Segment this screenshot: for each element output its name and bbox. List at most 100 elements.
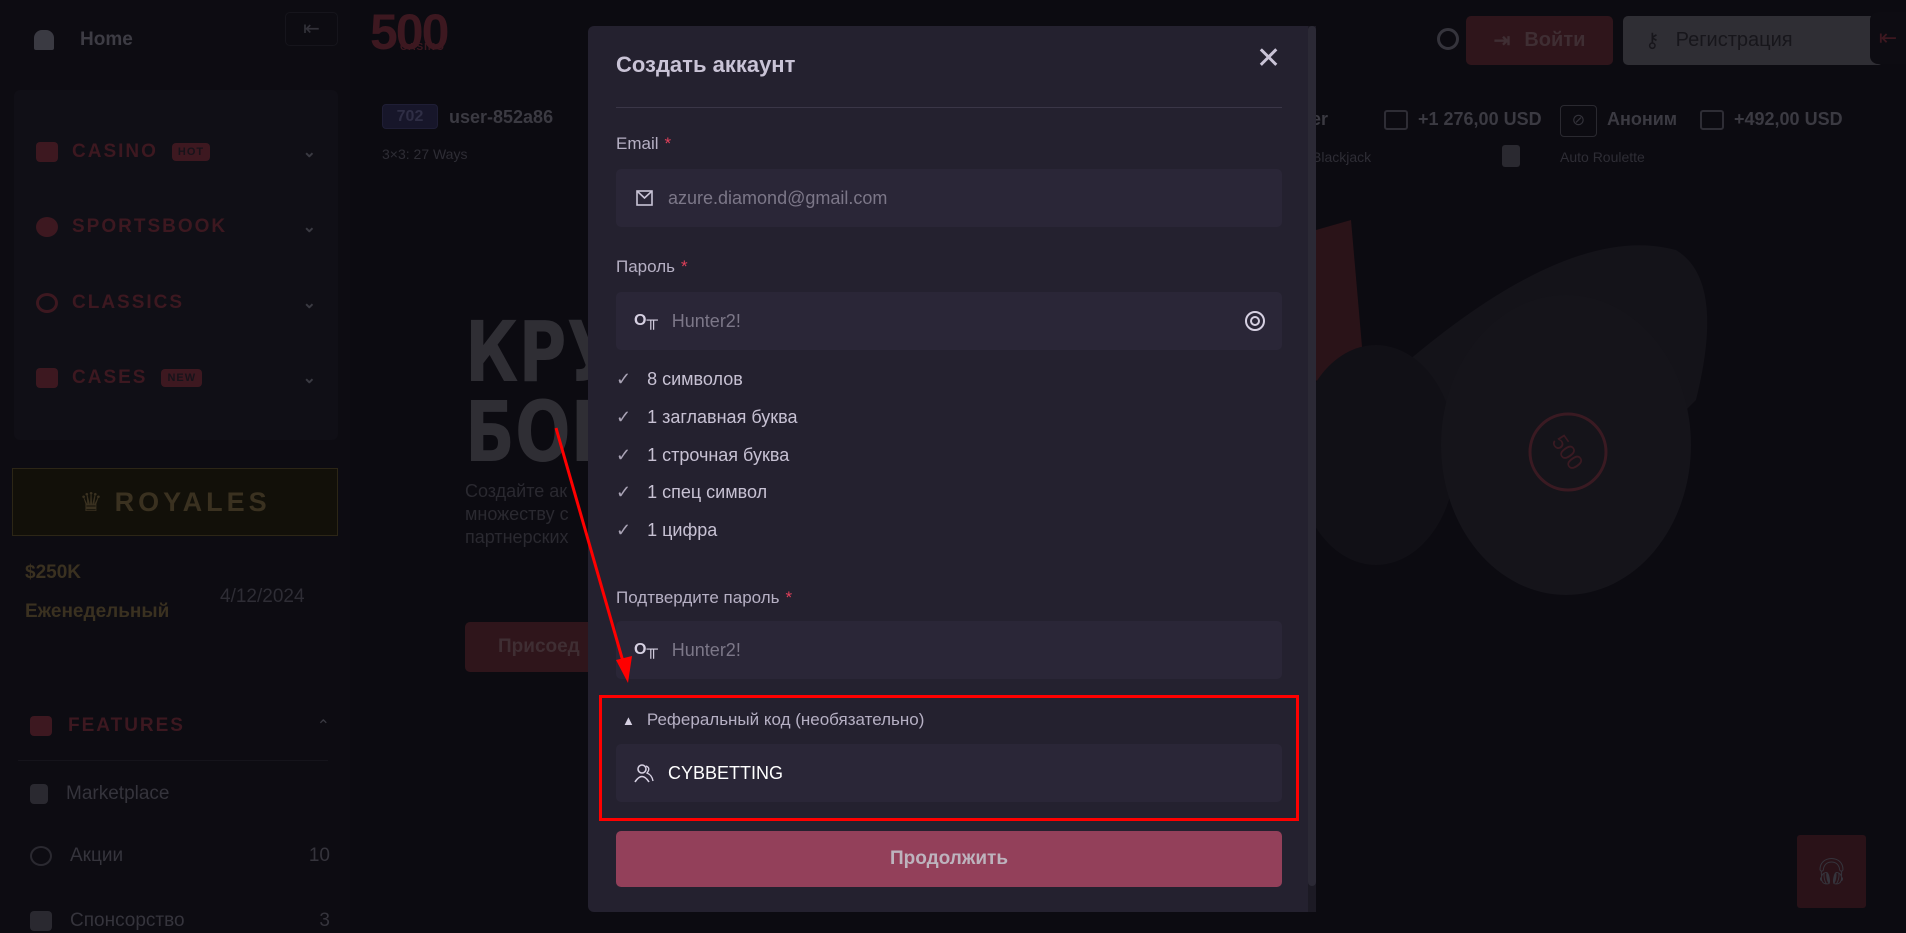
requirement-item: ✓ 8 символов <box>616 369 743 390</box>
ticker-amount: +492,00 USD <box>1734 109 1843 129</box>
requirement-text: 1 заглавная буква <box>647 407 798 427</box>
annotation-highlight-box <box>599 695 1299 821</box>
divider <box>616 107 1282 108</box>
feature-label: Спонсорство <box>70 910 185 931</box>
level-badge: 702 <box>382 104 438 129</box>
check-icon: ✓ <box>616 482 632 502</box>
continue-button[interactable]: Продолжить <box>616 831 1282 887</box>
feature-label: Акции <box>70 845 124 866</box>
feature-marketplace[interactable]: Marketplace <box>30 783 330 805</box>
eye-off-icon: ⊘ <box>1560 105 1597 137</box>
email-value: azure.diamond@gmail.com <box>668 187 888 208</box>
cards-icon <box>1502 145 1520 167</box>
ticker-user[interactable]: user-852a86 <box>449 107 553 128</box>
feature-count: 3 <box>319 910 330 931</box>
sidebar-home[interactable]: Home <box>80 29 133 51</box>
eye-icon[interactable] <box>1244 310 1266 332</box>
login-label: Войти <box>1524 29 1586 51</box>
required-mark: * <box>664 134 672 153</box>
logo-sub: CASINO <box>400 42 445 53</box>
requirement-item: ✓ 1 заглавная буква <box>616 407 797 428</box>
label-text: Подтвердите пароль <box>616 588 780 607</box>
headset-icon: 🎧︎ <box>1814 856 1848 886</box>
requirement-text: 1 спец символ <box>647 482 768 502</box>
requirement-item: ✓ 1 цифра <box>616 520 717 541</box>
briefcase-icon <box>36 368 58 388</box>
royales-banner[interactable]: ♛ ROYALES <box>12 468 338 536</box>
nav-label: SPORTSBOOK <box>72 216 228 237</box>
ticker-amount: +1 276,00 USD <box>1418 109 1542 129</box>
check-icon: ✓ <box>616 520 632 540</box>
check-icon: ✓ <box>616 445 632 465</box>
collapse-sidebar-button[interactable]: ⇤ <box>285 12 338 46</box>
royales-label: ROYALES <box>114 486 271 517</box>
basketball-icon <box>36 217 58 237</box>
scrollbar-thumb[interactable] <box>1308 26 1316 886</box>
money-icon <box>1700 110 1724 130</box>
feature-sponsorship[interactable]: Спонсорство 3 <box>30 910 330 932</box>
archive-icon <box>30 716 52 736</box>
email-label: Email * <box>616 134 671 154</box>
requirement-text: 1 строчная буква <box>647 445 790 465</box>
close-button[interactable]: ✕ <box>1256 44 1281 74</box>
ticker-game[interactable]: Blackjack <box>1312 149 1371 165</box>
password-label: Пароль * <box>616 257 688 277</box>
ticker-user[interactable]: Аноним <box>1607 109 1677 130</box>
tournament-date: 4/12/2024 <box>220 586 305 607</box>
ticker-game[interactable]: 3×3: 27 Ways <box>382 146 467 162</box>
coins-icon <box>30 846 52 866</box>
register-button[interactable]: ⚷ Регистрация <box>1623 16 1883 65</box>
sidebar: Home ⇤ CASINO HOT ⌄ SPORTSBOOK ⌄ CLASSICS ⌄ … <box>0 0 350 933</box>
feature-count: 10 <box>308 845 330 866</box>
nav-cases[interactable]: CASES NEW ⌄ <box>14 348 338 408</box>
label-text: Email <box>616 134 659 153</box>
nav-classics[interactable]: CLASSICS ⌄ <box>14 273 338 333</box>
hero-desc-line: Создайте ак <box>465 481 568 501</box>
nav-block: CASINO HOT ⌄ SPORTSBOOK ⌄ CLASSICS ⌄ CASES NE… <box>14 90 338 440</box>
headphones-image: 500 <box>1316 220 1708 595</box>
join-label: Присоед <box>498 636 580 657</box>
ticker-game[interactable]: Auto Roulette <box>1560 149 1645 165</box>
support-button[interactable]: 🎧︎ <box>1797 835 1866 908</box>
key-icon: O╥ <box>634 312 658 329</box>
key-icon: O╥ <box>634 641 658 658</box>
nav-casino[interactable]: CASINO HOT ⌄ <box>14 122 338 182</box>
register-label: Регистрация <box>1675 29 1793 51</box>
requirement-item: ✓ 1 спец символ <box>616 482 767 503</box>
soldier-icon <box>30 784 48 804</box>
money-icon <box>1384 110 1408 130</box>
login-icon: ⇥ <box>1493 30 1511 52</box>
email-icon <box>636 190 653 206</box>
chevron-up-icon: ⌃ <box>316 718 330 735</box>
key-icon: ⚷ <box>1645 30 1660 52</box>
hero-desc-line: партнерских <box>465 527 569 547</box>
label-text: Пароль <box>616 257 675 276</box>
features-label: FEATURES <box>68 715 185 736</box>
continue-label: Продолжить <box>889 848 1009 869</box>
nav-sportsbook[interactable]: SPORTSBOOK ⌄ <box>14 197 338 257</box>
features-header[interactable]: FEATURES ⌃ <box>30 715 330 737</box>
confirm-password-input[interactable]: O╥ Hunter2! <box>616 621 1282 679</box>
login-button[interactable]: ⇥ Войти <box>1466 16 1613 65</box>
scrollbar[interactable] <box>1308 26 1316 912</box>
hero-description: Создайте ак множеству с партнерских <box>465 480 569 549</box>
handshake-icon <box>30 911 52 931</box>
password-input[interactable]: O╥ Hunter2! <box>616 292 1282 350</box>
nav-label: CASINO <box>72 141 158 162</box>
confirm-password-label: Подтвердите пароль * <box>616 588 792 608</box>
home-icon <box>34 30 54 50</box>
hero-desc-line: множеству с <box>465 504 569 524</box>
hot-badge: HOT <box>171 143 211 161</box>
required-mark: * <box>681 257 688 276</box>
search-icon[interactable] <box>1437 28 1459 50</box>
nav-label: CLASSICS <box>72 292 185 313</box>
collapse-chat-button[interactable]: ⇤ <box>1870 12 1906 64</box>
modal-title: Создать аккаунт <box>616 52 796 77</box>
crown-icon: ♛ <box>79 486 103 517</box>
new-badge: NEW <box>161 369 203 387</box>
feature-promotions[interactable]: Акции 10 <box>30 845 330 867</box>
check-icon: ✓ <box>616 369 632 389</box>
check-icon: ✓ <box>616 407 632 427</box>
email-input[interactable]: azure.diamond@gmail.com <box>616 169 1282 227</box>
logo[interactable]: 500 CASINO <box>370 7 449 57</box>
